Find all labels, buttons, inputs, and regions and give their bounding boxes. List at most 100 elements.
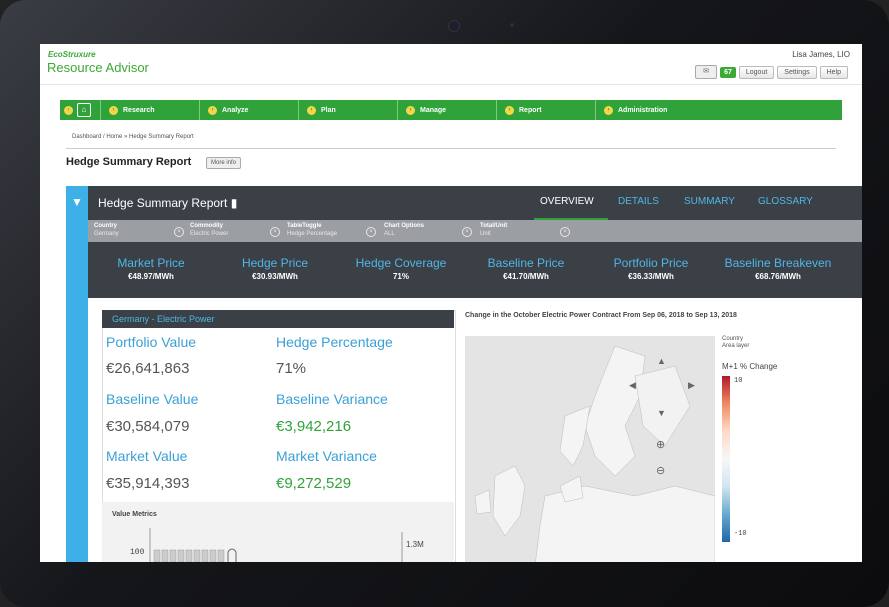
chip-label: Country <box>94 223 117 229</box>
help-button[interactable]: Help <box>819 65 848 79</box>
filter-chip-commodity[interactable]: Commodity Electric Power <box>190 222 228 240</box>
logo-product[interactable]: Resource Advisor <box>47 60 149 75</box>
sensor-icon <box>510 23 514 27</box>
pan-right-icon[interactable]: ▶ <box>688 380 695 391</box>
nav-label: Report <box>519 106 542 114</box>
camera-icon <box>448 20 460 32</box>
header-buttons: ✉ 67 Logout Settings Help <box>695 65 848 79</box>
chevron-icon: › <box>208 105 217 115</box>
kpi-value: €30.93/MWh <box>252 272 298 281</box>
baseline-value-label: Baseline Value <box>106 391 199 407</box>
chevron-icon: › <box>505 105 514 115</box>
kpi-hedge-coverage: Hedge Coverage 71% <box>350 256 452 281</box>
pan-down-icon[interactable]: ▼ <box>657 408 666 418</box>
nav-item-administration[interactable]: › Administration <box>596 100 724 120</box>
chip-label: Commodity <box>190 223 223 229</box>
filter-chip-country[interactable]: Country Germany <box>94 222 119 240</box>
nav-home-dot-icon: › <box>64 105 73 115</box>
report-title: Hedge Summary Report ▮ <box>98 196 237 210</box>
chip-label: TableToggle <box>287 223 322 229</box>
hedge-percentage-value: 71% <box>276 360 307 377</box>
baseline-variance-value: €3,942,216 <box>276 418 352 435</box>
portfolio-value-label: Portfolio Value <box>106 334 197 350</box>
filter-chip-chart-options[interactable]: Chart Options ALL <box>384 222 424 240</box>
breadcrumb[interactable]: Dashboard / Home » Hedge Summary Report <box>72 134 194 140</box>
mail-count-badge[interactable]: 67 <box>720 66 736 78</box>
app-header: EcoStruxure Resource Advisor Lisa James,… <box>40 44 862 85</box>
map-shapes <box>474 345 716 562</box>
kpi-baseline-price: Baseline Price €41.70/MWh <box>478 256 574 281</box>
tab-glossary[interactable]: GLOSSARY <box>758 196 813 207</box>
close-icon[interactable]: × <box>560 227 570 237</box>
kpi-portfolio-price: Portfolio Price €36.33/MWh <box>604 256 698 281</box>
nav-item-report[interactable]: › Report <box>497 100 596 120</box>
chip-value: Electric Power <box>190 231 229 237</box>
card-title: Germany - Electric Power <box>102 310 454 328</box>
kpi-label: Market Price <box>117 256 185 270</box>
chip-label: Chart Options <box>384 223 424 229</box>
tab-details[interactable]: DETAILS <box>618 196 659 207</box>
nav-item-manage[interactable]: › Manage <box>398 100 497 120</box>
nav-home[interactable]: › ⌂ <box>60 100 101 120</box>
kpi-value: €48.97/MWh <box>128 272 174 281</box>
divider <box>66 148 836 149</box>
kpi-label: Portfolio Price <box>613 256 689 270</box>
europe-map[interactable] <box>465 336 716 562</box>
filter-chip-total-unit[interactable]: Total/Unit Unit <box>480 222 507 240</box>
close-icon[interactable]: × <box>366 227 376 237</box>
user-name[interactable]: Lisa James, LIO <box>792 50 850 59</box>
settings-button[interactable]: Settings <box>777 65 817 79</box>
home-icon[interactable]: ⌂ <box>77 103 91 117</box>
screen: EcoStruxure Resource Advisor Lisa James,… <box>40 44 862 562</box>
kpi-value: €41.70/MWh <box>503 272 549 281</box>
chip-label: Total/Unit <box>480 223 508 229</box>
pan-up-icon[interactable]: ▲ <box>657 356 666 366</box>
close-icon[interactable]: × <box>174 227 184 237</box>
bar-group <box>153 549 225 562</box>
value-metrics-chart <box>149 528 403 562</box>
market-value-label: Market Value <box>106 448 188 464</box>
hedge-percentage-label: Hedge Percentage <box>276 334 393 350</box>
chevron-icon: › <box>307 105 316 115</box>
portfolio-value: €26,641,863 <box>106 360 190 377</box>
baseline-value: €30,584,079 <box>106 418 190 435</box>
page-title: Hedge Summary Report <box>66 156 192 168</box>
main-nav: › ⌂ › Research › Analyze › Plan › Manage › Re… <box>60 100 842 120</box>
report-title-text: Hedge Summary Report <box>98 196 228 210</box>
zoom-out-icon[interactable]: ⊖ <box>656 464 665 477</box>
filter-rail[interactable] <box>66 186 88 562</box>
nav-label: Plan <box>321 106 336 114</box>
nav-item-plan[interactable]: › Plan <box>299 100 398 120</box>
chevron-icon: › <box>406 105 415 115</box>
close-icon[interactable]: × <box>270 227 280 237</box>
chip-value: Germany <box>94 231 119 237</box>
nav-item-research[interactable]: › Research <box>101 100 200 120</box>
tab-summary[interactable]: SUMMARY <box>684 196 735 207</box>
market-variance-value: €9,272,529 <box>276 475 352 492</box>
kpi-label: Baseline Breakeven <box>724 256 832 270</box>
chip-value: Unit <box>480 231 491 237</box>
map-title: Change in the October Electric Power Con… <box>465 312 737 319</box>
legend-layer-sub: Area layer <box>722 343 750 349</box>
value-metrics-right-label: 1.3M <box>406 540 424 549</box>
legend-max: 10 <box>734 377 743 385</box>
close-icon[interactable]: × <box>462 227 472 237</box>
filter-chip-tabletoggle[interactable]: TableToggle Hedge Percentage <box>287 222 337 240</box>
nav-label: Administration <box>618 106 668 114</box>
bookmark-icon[interactable]: ▮ <box>231 196 238 210</box>
nav-item-analyze[interactable]: › Analyze <box>200 100 299 120</box>
logout-button[interactable]: Logout <box>738 65 775 79</box>
zoom-in-icon[interactable]: ⊕ <box>656 438 665 451</box>
more-info-button[interactable]: More info <box>206 157 242 169</box>
value-metrics-y-tick: 100 <box>130 548 145 557</box>
chevron-icon: › <box>109 105 118 115</box>
baseline-variance-label: Baseline Variance <box>276 391 388 407</box>
legend-min: -10 <box>734 530 747 538</box>
filter-icon[interactable]: ▼ <box>71 195 83 209</box>
logo-brand: EcoStruxure <box>48 50 96 59</box>
pan-left-icon[interactable]: ◀ <box>629 380 636 391</box>
value-metrics-title: Value Metrics <box>112 511 157 518</box>
mail-icon[interactable]: ✉ <box>695 65 718 79</box>
tab-overview[interactable]: OVERVIEW <box>540 196 594 207</box>
legend-scale-title: M+1 % Change <box>722 362 778 371</box>
